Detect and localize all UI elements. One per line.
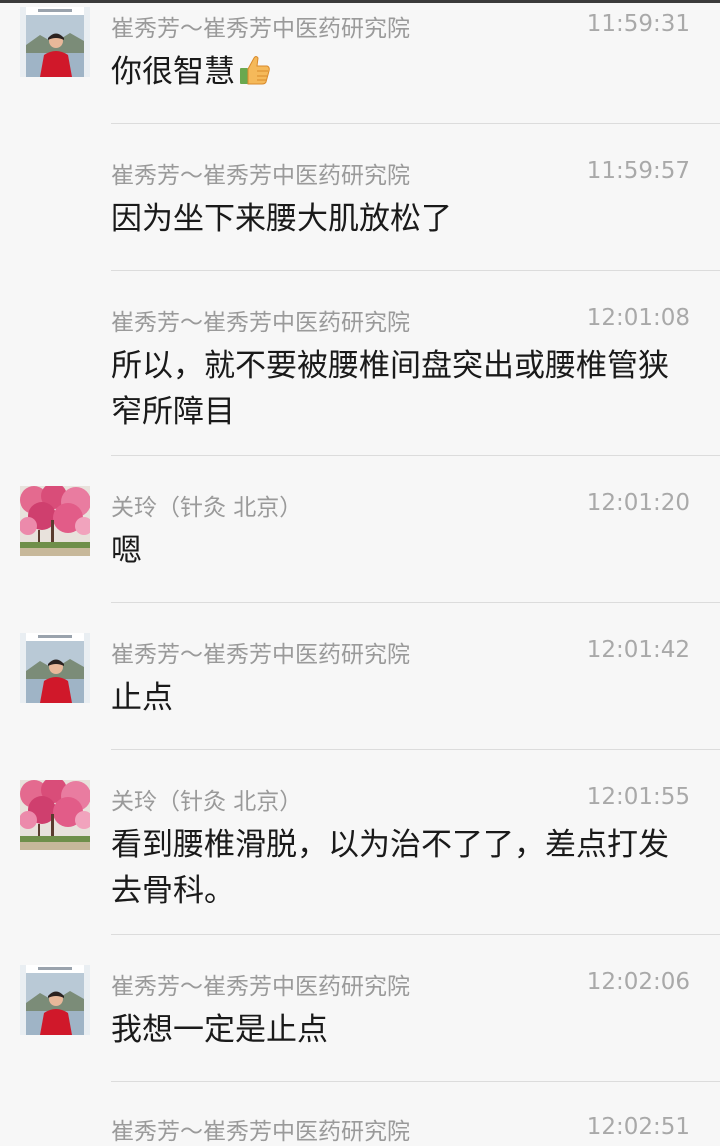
message-time: 12:01:55 [586,784,690,810]
message-divider [111,123,720,124]
message-divider [111,455,720,456]
message-time: 11:59:57 [586,158,690,184]
avatar-cui[interactable] [20,633,90,703]
message-time: 11:59:31 [586,11,690,37]
sender-name: 崔秀芳～崔秀芳中医药研究院 [111,163,410,189]
message-divider [111,749,720,750]
message-time: 12:01:08 [586,305,690,331]
message-time: 12:01:20 [586,490,690,516]
message-divider [111,270,720,271]
chat-message-list[interactable]: 崔秀芳～崔秀芳中医药研究院 11:59:31 你很智慧 崔秀芳～崔秀芳中医药研究… [0,0,720,1145]
avatar-guan[interactable] [20,780,90,850]
message-time: 12:01:42 [586,637,690,663]
message-divider [111,602,720,603]
message-text[interactable]: 因为坐下来腰大肌放松了 [111,196,696,242]
sender-name: 关玲（针灸 北京） [111,495,303,521]
message-divider [111,1081,720,1082]
message-time: 12:02:06 [586,969,690,995]
message-time: 12:02:51 [586,1114,690,1140]
message-text[interactable]: 你很智慧 [111,49,696,95]
message-text-body: 你很智慧 [111,54,235,90]
message-text[interactable]: 嗯 [111,528,696,574]
message-text[interactable]: 我想一定是止点 [111,1007,696,1053]
sender-name: 崔秀芳～崔秀芳中医药研究院 [111,974,410,1000]
sender-name: 崔秀芳～崔秀芳中医药研究院 [111,1119,410,1145]
avatar-cui[interactable] [20,7,90,77]
message-text[interactable]: 所以，就不要被腰椎间盘突出或腰椎管狭窄所障目 [111,343,696,435]
sender-name: 关玲（针灸 北京） [111,789,303,815]
avatar-guan[interactable] [20,486,90,556]
sender-name: 崔秀芳～崔秀芳中医药研究院 [111,642,410,668]
message-text[interactable]: 止点 [111,675,696,721]
avatar-cui[interactable] [20,965,90,1035]
sender-name: 崔秀芳～崔秀芳中医药研究院 [111,16,410,42]
sender-name: 崔秀芳～崔秀芳中医药研究院 [111,310,410,336]
message-text[interactable]: 看到腰椎滑脱，以为治不了了，差点打发去骨科。 [111,822,696,914]
thumbs-up-icon [237,52,273,88]
message-divider [111,934,720,935]
